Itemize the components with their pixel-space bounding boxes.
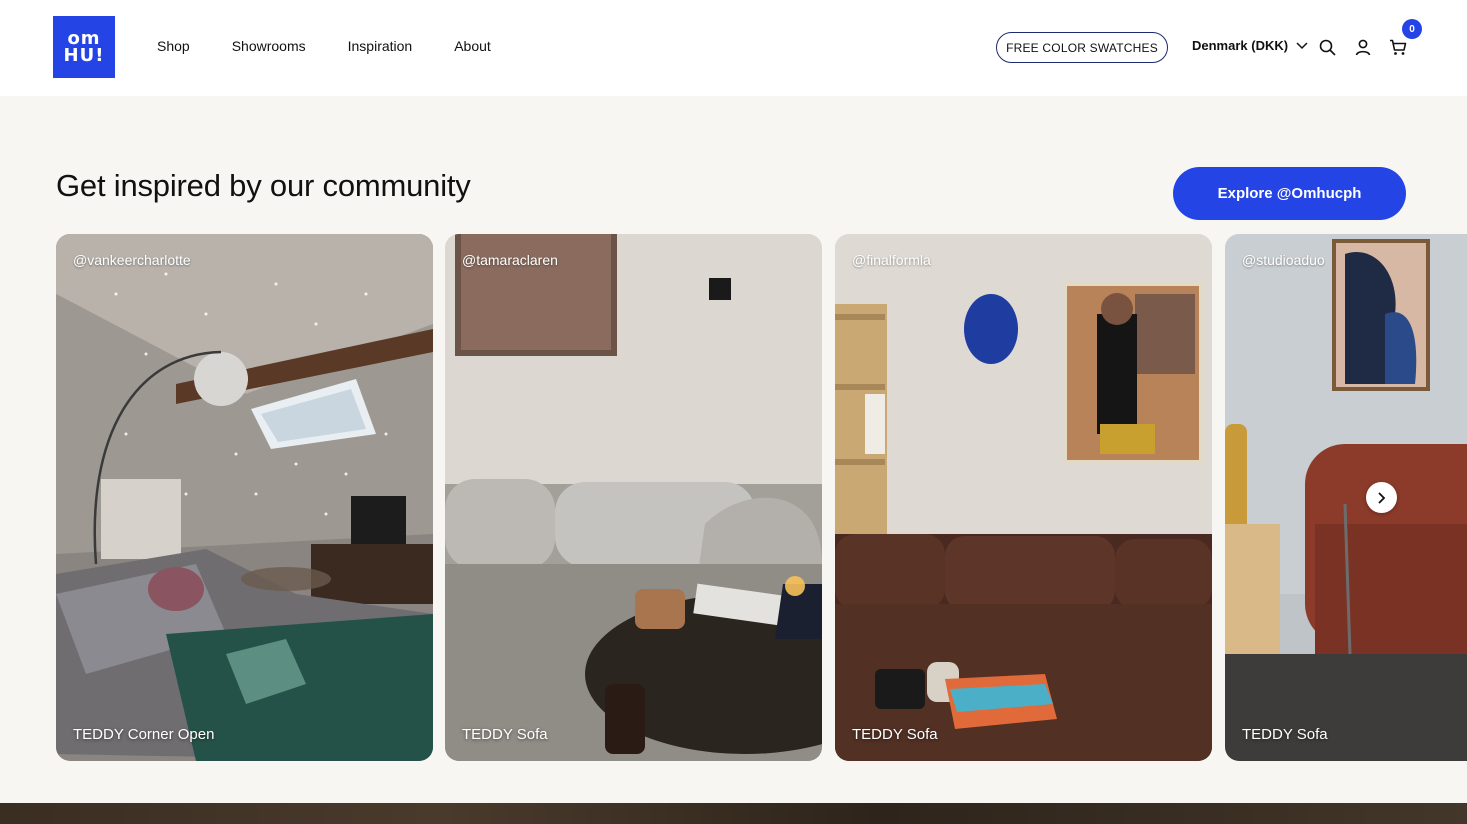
nav-item-about[interactable]: About	[454, 38, 491, 54]
card-photo	[1225, 234, 1467, 761]
community-card[interactable]: @finalformla TEDDY Sofa	[835, 234, 1212, 761]
card-handle: @studioaduo	[1242, 252, 1325, 268]
card-handle: @vankeercharlotte	[73, 252, 191, 268]
chevron-right-icon	[1377, 491, 1385, 504]
cart-button[interactable]	[1388, 38, 1408, 56]
country-selector[interactable]: Denmark (DKK)	[1192, 38, 1308, 53]
card-photo	[445, 234, 822, 761]
main-nav: Shop Showrooms Inspiration About	[157, 38, 491, 54]
card-product-name: TEDDY Corner Open	[73, 726, 215, 743]
account-button[interactable]	[1354, 38, 1372, 56]
card-handle: @finalformla	[852, 252, 931, 268]
community-card[interactable]: @tamaraclaren TEDDY Sofa	[445, 234, 822, 761]
country-label: Denmark (DKK)	[1192, 38, 1289, 53]
brand-logo[interactable]: om HU!	[53, 16, 115, 78]
site-header: om HU! Shop Showrooms Inspiration About …	[0, 0, 1467, 96]
community-card[interactable]: @vankeercharlotte TEDDY Corner Open	[56, 234, 433, 761]
card-photo	[835, 234, 1212, 761]
search-icon	[1319, 39, 1336, 56]
chevron-down-icon	[1296, 41, 1308, 49]
nav-item-showrooms[interactable]: Showrooms	[232, 38, 306, 54]
explore-instagram-button[interactable]: Explore @Omhucph	[1173, 167, 1406, 220]
cart-icon	[1390, 39, 1407, 55]
search-button[interactable]	[1318, 38, 1336, 56]
next-section-image-strip	[0, 803, 1467, 824]
nav-item-inspiration[interactable]: Inspiration	[348, 38, 413, 54]
card-product-name: TEDDY Sofa	[852, 726, 938, 743]
cart-count-badge: 0	[1402, 19, 1422, 39]
community-card[interactable]: @studioaduo TEDDY Sofa	[1225, 234, 1467, 761]
carousel-next-button[interactable]	[1366, 482, 1397, 513]
card-handle: @tamaraclaren	[462, 252, 558, 268]
nav-item-shop[interactable]: Shop	[157, 38, 190, 54]
card-product-name: TEDDY Sofa	[462, 726, 548, 743]
logo-line-2: HU!	[63, 45, 105, 66]
section-title: Get inspired by our community	[56, 168, 471, 203]
card-product-name: TEDDY Sofa	[1242, 726, 1328, 743]
card-photo	[56, 234, 433, 761]
community-carousel: @vankeercharlotte TEDDY Corner Open @tam…	[56, 234, 1467, 761]
free-color-swatches-button[interactable]: FREE COLOR SWATCHES	[996, 32, 1168, 63]
user-icon	[1355, 39, 1371, 55]
